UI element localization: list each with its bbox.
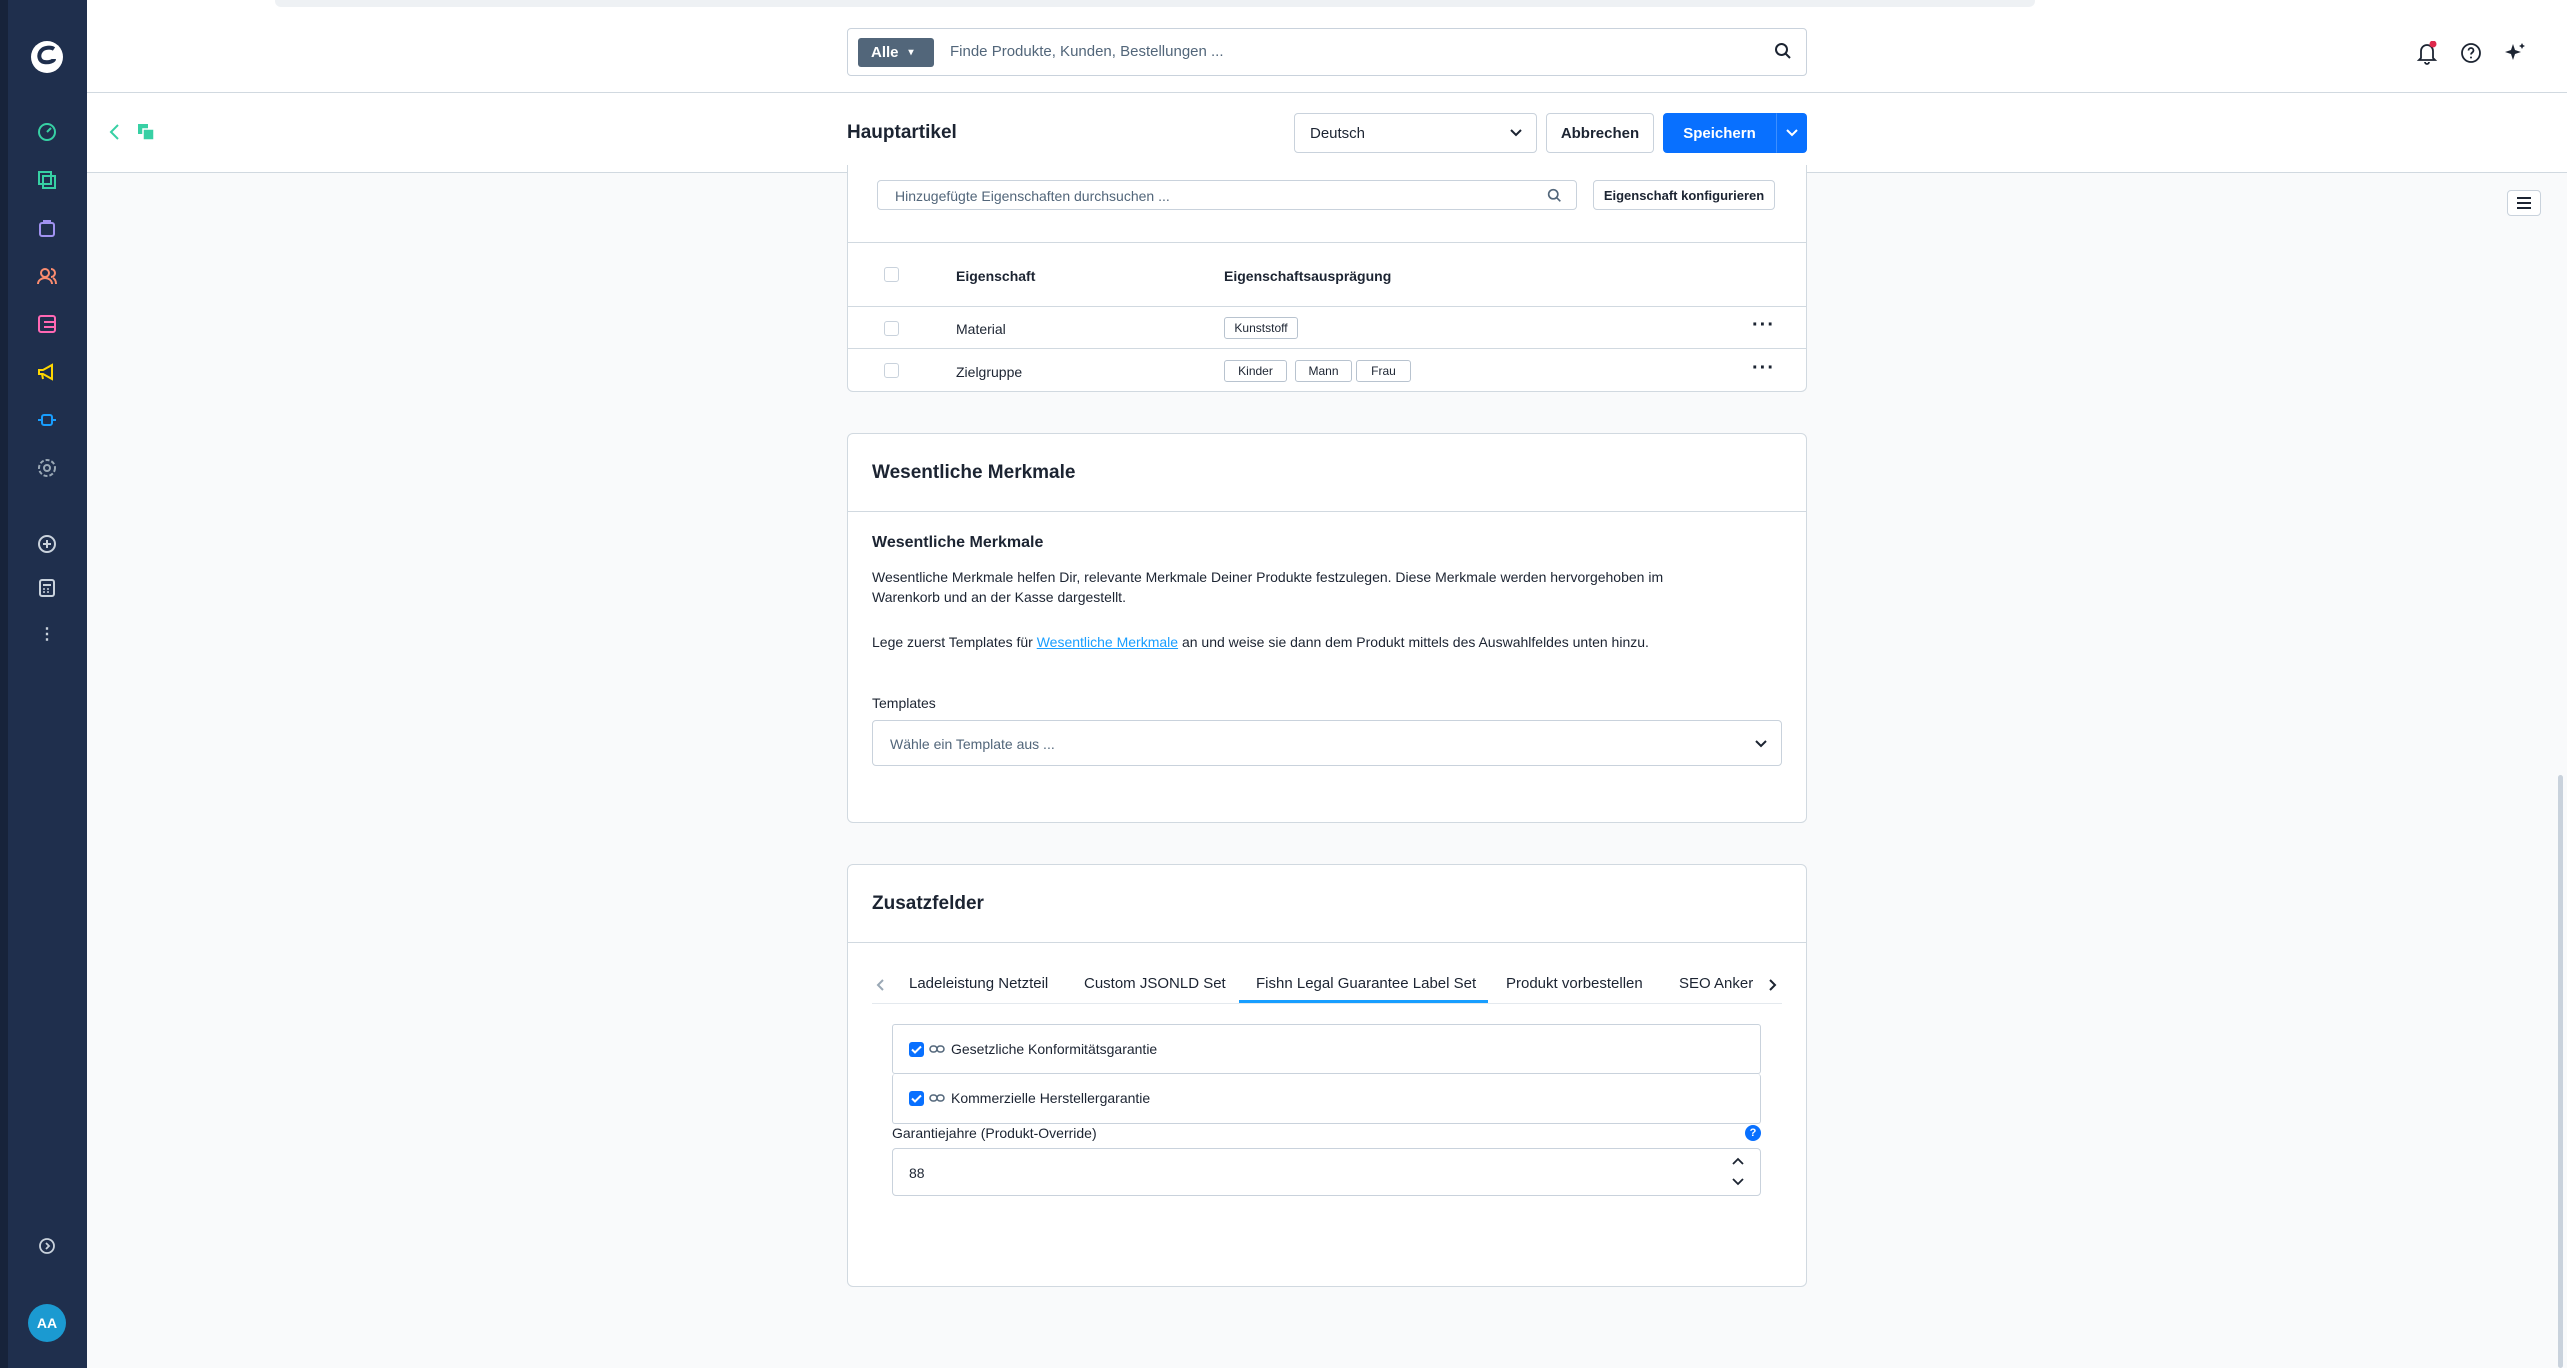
value-tag: Kunststoff bbox=[1224, 317, 1298, 339]
tab-ladeleistung[interactable]: Ladeleistung Netzteil bbox=[909, 975, 1048, 992]
tabs-divider bbox=[872, 1003, 1782, 1004]
search-scope-label: Alle bbox=[871, 44, 899, 61]
sidebar: ⋮ AA bbox=[0, 0, 87, 1368]
description-text: Wesentliche Merkmale helfen Dir, relevan… bbox=[872, 569, 1664, 585]
chevron-down-icon bbox=[1510, 129, 1522, 137]
cancel-button[interactable]: Abbrechen bbox=[1546, 113, 1654, 153]
checkbox-checked[interactable] bbox=[909, 1091, 924, 1106]
notification-bell-icon[interactable] bbox=[2416, 40, 2438, 70]
customers-icon[interactable] bbox=[32, 261, 62, 291]
help-icon[interactable] bbox=[2460, 42, 2482, 69]
checkbox-label: Kommerzielle Herstellergarantie bbox=[951, 1090, 1151, 1106]
value-tag: Frau bbox=[1356, 360, 1411, 382]
description-text: Warenkorb und an der Kasse dargestellt. bbox=[872, 589, 1126, 605]
value-tag: Mann bbox=[1295, 360, 1352, 382]
tab-legal-guarantee[interactable]: Fishn Legal Guarantee Label Set bbox=[1256, 975, 1476, 992]
tab-seo-anker[interactable]: SEO Anker bbox=[1679, 975, 1753, 992]
guarantee-years-input[interactable]: 88 bbox=[892, 1148, 1761, 1196]
sidebar-edge bbox=[0, 0, 8, 1368]
number-field-label: Garantiejahre (Produkt-Override) bbox=[892, 1125, 1097, 1141]
divider bbox=[848, 348, 1806, 349]
tabs-scroll-left-icon[interactable] bbox=[876, 978, 886, 997]
row-checkbox[interactable] bbox=[884, 363, 899, 378]
divider bbox=[848, 306, 1806, 307]
save-options-button[interactable] bbox=[1776, 113, 1807, 153]
table-cell-property: Material bbox=[956, 321, 1006, 337]
chevron-down-icon[interactable] bbox=[1732, 1177, 1744, 1186]
tab-produkt-vorbestellen[interactable]: Produkt vorbestellen bbox=[1506, 975, 1643, 992]
catalog-icon[interactable] bbox=[32, 165, 62, 195]
search-input[interactable]: Finde Produkte, Kunden, Bestellungen ... bbox=[950, 43, 1224, 60]
extensions-icon[interactable] bbox=[32, 405, 62, 435]
divider bbox=[848, 242, 1806, 243]
page-scrollbar[interactable] bbox=[2558, 775, 2563, 1368]
language-value: Deutsch bbox=[1310, 124, 1366, 142]
sidebar-toggle-button[interactable] bbox=[2507, 190, 2541, 216]
link-icon bbox=[929, 1045, 945, 1053]
templates-label: Templates bbox=[872, 695, 936, 711]
shopware-logo-icon[interactable] bbox=[30, 40, 64, 74]
templates-select[interactable]: Wähle ein Template aus ... bbox=[872, 720, 1782, 766]
hint-prefix: Lege zuerst Templates für bbox=[872, 634, 1037, 650]
save-button[interactable]: Speichern bbox=[1663, 113, 1776, 153]
link-icon bbox=[929, 1094, 945, 1102]
calculator-icon[interactable] bbox=[32, 573, 62, 603]
select-all-checkbox[interactable] bbox=[884, 267, 899, 282]
search-scope-button[interactable]: Alle ▾ bbox=[858, 38, 934, 67]
page-title: Hauptartikel bbox=[847, 122, 957, 143]
configure-property-button[interactable]: Eigenschaft konfigurieren bbox=[1593, 180, 1775, 210]
help-tooltip-icon[interactable]: ? bbox=[1745, 1125, 1761, 1141]
value-tag: Kinder bbox=[1224, 360, 1287, 382]
chevron-down-icon bbox=[1785, 129, 1798, 137]
card-title: Wesentliche Merkmale bbox=[872, 462, 1076, 483]
orders-icon[interactable] bbox=[32, 213, 62, 243]
back-chevron-icon[interactable] bbox=[108, 123, 122, 146]
collapse-sidebar-icon[interactable] bbox=[32, 1231, 62, 1261]
divider bbox=[848, 511, 1806, 512]
hint-text: Lege zuerst Templates für Wesentliche Me… bbox=[872, 634, 1649, 650]
row-actions-icon[interactable]: ··· bbox=[1752, 357, 1775, 380]
product-module-icon bbox=[137, 123, 155, 146]
number-field-value: 88 bbox=[909, 1165, 925, 1181]
dashboard-icon[interactable] bbox=[32, 117, 62, 147]
table-cell-property: Zielgruppe bbox=[956, 364, 1023, 380]
more-vertical-icon[interactable]: ⋮ bbox=[32, 619, 62, 649]
marketing-icon[interactable] bbox=[32, 357, 62, 387]
chevron-up-icon[interactable] bbox=[1732, 1157, 1744, 1166]
guarantee-checkbox-row[interactable]: Gesetzliche Konformitätsgarantie bbox=[892, 1024, 1761, 1074]
language-select[interactable]: Deutsch bbox=[1294, 113, 1537, 153]
search-icon[interactable] bbox=[1774, 42, 1792, 65]
properties-search-input[interactable]: Hinzugefügte Eigenschaften durchsuchen .… bbox=[877, 180, 1577, 210]
content-icon[interactable] bbox=[32, 309, 62, 339]
column-header-values: Eigenschaftsausprägung bbox=[1224, 268, 1392, 284]
global-search[interactable]: Alle ▾ Finde Produkte, Kunden, Bestellun… bbox=[847, 28, 1807, 76]
browser-strip bbox=[275, 0, 2035, 7]
search-icon bbox=[1547, 188, 1561, 202]
card-title: Zusatzfelder bbox=[872, 893, 984, 914]
section-heading: Wesentliche Merkmale bbox=[872, 534, 1044, 551]
properties-search-placeholder: Hinzugefügte Eigenschaften durchsuchen .… bbox=[895, 188, 1170, 204]
features-link[interactable]: Wesentliche Merkmale bbox=[1037, 634, 1178, 650]
hint-suffix: an und weise sie dann dem Produkt mittel… bbox=[1178, 634, 1649, 650]
tabs-scroll-right-icon[interactable] bbox=[1767, 978, 1777, 997]
chevron-down-icon: ▾ bbox=[908, 47, 914, 58]
settings-icon[interactable] bbox=[32, 453, 62, 483]
divider bbox=[848, 942, 1806, 943]
row-actions-icon[interactable]: ··· bbox=[1752, 314, 1775, 337]
column-header-property: Eigenschaft bbox=[956, 268, 1036, 284]
add-circle-icon[interactable] bbox=[32, 529, 62, 559]
row-checkbox[interactable] bbox=[884, 321, 899, 336]
ai-sparkle-icon[interactable] bbox=[2503, 41, 2527, 70]
chevron-down-icon bbox=[1755, 740, 1767, 748]
avatar[interactable]: AA bbox=[28, 1304, 66, 1342]
checkbox-label: Gesetzliche Konformitätsgarantie bbox=[951, 1041, 1158, 1057]
templates-placeholder: Wähle ein Template aus ... bbox=[890, 736, 1055, 752]
menu-icon bbox=[2517, 197, 2531, 209]
checkbox-checked[interactable] bbox=[909, 1042, 924, 1057]
tab-custom-jsonld[interactable]: Custom JSONLD Set bbox=[1084, 975, 1226, 992]
guarantee-checkbox-row[interactable]: Kommerzielle Herstellergarantie bbox=[892, 1074, 1761, 1124]
